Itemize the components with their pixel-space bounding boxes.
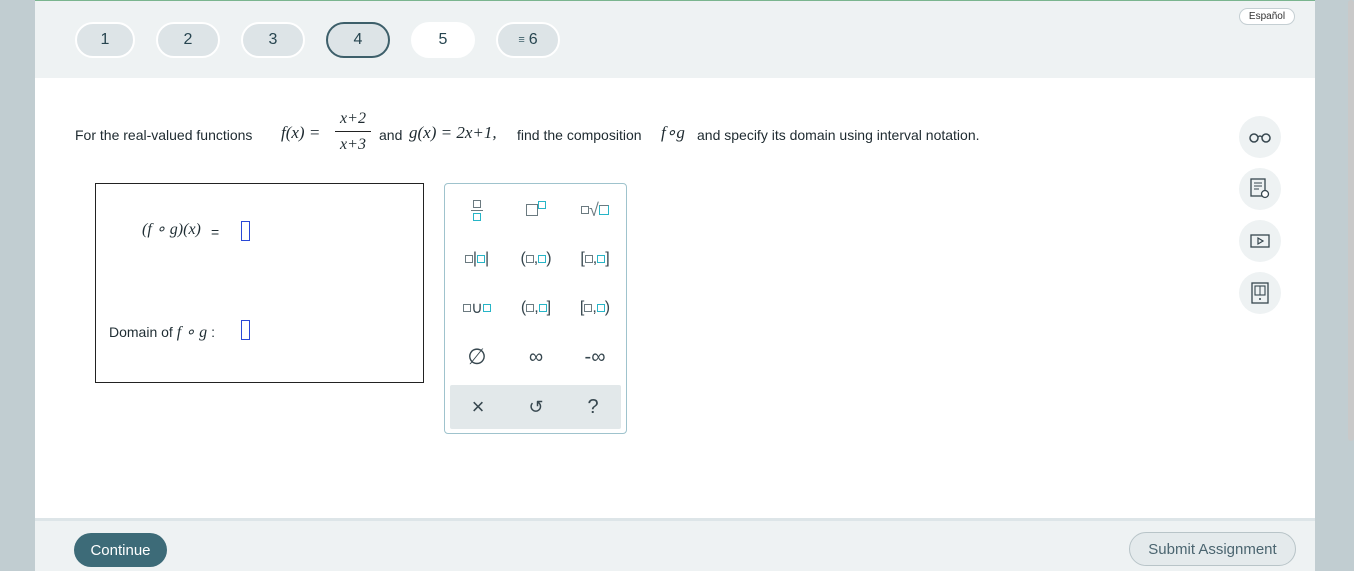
exponent-key[interactable] — [510, 192, 562, 228]
g-definition: g(x) = 2x+1, — [409, 123, 497, 142]
f-numerator: x+2 — [340, 110, 366, 127]
menu-lines-icon: ≡ — [518, 34, 525, 46]
nth-root-key[interactable]: √ — [569, 192, 621, 228]
question-intro: For the real-valued functions — [75, 127, 253, 143]
continue-button[interactable]: Continue — [74, 533, 167, 567]
question-tail: and specify its domain using interval no… — [697, 127, 980, 143]
domain-input[interactable] — [241, 320, 250, 340]
language-toggle[interactable]: Español — [1239, 8, 1295, 25]
question-3-button[interactable]: 3 — [241, 22, 305, 58]
question-2-button[interactable]: 2 — [156, 22, 220, 58]
closed-open-interval-key[interactable]: [,) — [569, 290, 621, 326]
open-closed-interval-key[interactable]: (,] — [510, 290, 562, 326]
open-open-interval-key[interactable]: (,) — [510, 241, 562, 277]
empty-set-key[interactable]: ∅ — [451, 339, 503, 375]
fraction-bar — [335, 131, 371, 132]
question-5-button[interactable]: 5 — [411, 22, 475, 58]
negative-infinity-key[interactable]: -∞ — [569, 339, 621, 375]
question-text: For the real-valued functions f(x) = x+2… — [75, 110, 1075, 160]
main-panel: 1 2 3 4 5 ≡ 6 Español For the real-valued… — [35, 0, 1315, 571]
submit-assignment-button[interactable]: Submit Assignment — [1129, 532, 1296, 566]
footer-bar: Continue Submit Assignment — [35, 518, 1315, 571]
f-denominator: x+3 — [340, 136, 366, 153]
question-find: find the composition — [517, 127, 642, 143]
question-6-button[interactable]: ≡ 6 — [496, 22, 560, 58]
question-nav-bar: 1 2 3 4 5 ≡ 6 Español — [35, 0, 1315, 78]
union-key[interactable]: ∪ — [451, 290, 503, 326]
answer-area: (f ∘ g)(x) = Domain of f ∘ g : — [95, 183, 424, 383]
domain-label: Domain of f ∘ g : — [109, 324, 215, 341]
undo-icon[interactable]: ↺ — [510, 389, 562, 425]
closed-closed-interval-key[interactable]: [,] — [569, 241, 621, 277]
question-and: and — [379, 127, 403, 143]
video-icon[interactable] — [1239, 220, 1281, 262]
infinity-key[interactable]: ∞ — [510, 339, 562, 375]
question-1-button[interactable]: 1 — [75, 22, 135, 58]
glasses-icon[interactable] — [1239, 116, 1281, 158]
f-definition: f(x) = — [281, 123, 321, 142]
absolute-value-key[interactable]: | | — [451, 241, 503, 277]
clear-icon[interactable]: × — [452, 389, 504, 425]
question-4-button[interactable]: 4 — [326, 22, 390, 58]
math-keypad: √ | | (,) [,] ∪ (,] [,) ∅ ∞ -∞ × ↺ ? — [444, 183, 627, 434]
worked-example-icon[interactable] — [1239, 168, 1281, 210]
page-scrollbar[interactable] — [1348, 0, 1354, 441]
question-fog: f∘g — [661, 123, 685, 142]
fraction-key[interactable] — [451, 192, 503, 228]
composition-label: (f ∘ g)(x) — [142, 221, 201, 238]
composition-input[interactable] — [241, 221, 250, 241]
help-icon[interactable]: ? — [567, 389, 619, 425]
keypad-action-row: × ↺ ? — [450, 385, 621, 429]
ebook-icon[interactable] — [1239, 272, 1281, 314]
composition-equals: = — [211, 224, 220, 240]
